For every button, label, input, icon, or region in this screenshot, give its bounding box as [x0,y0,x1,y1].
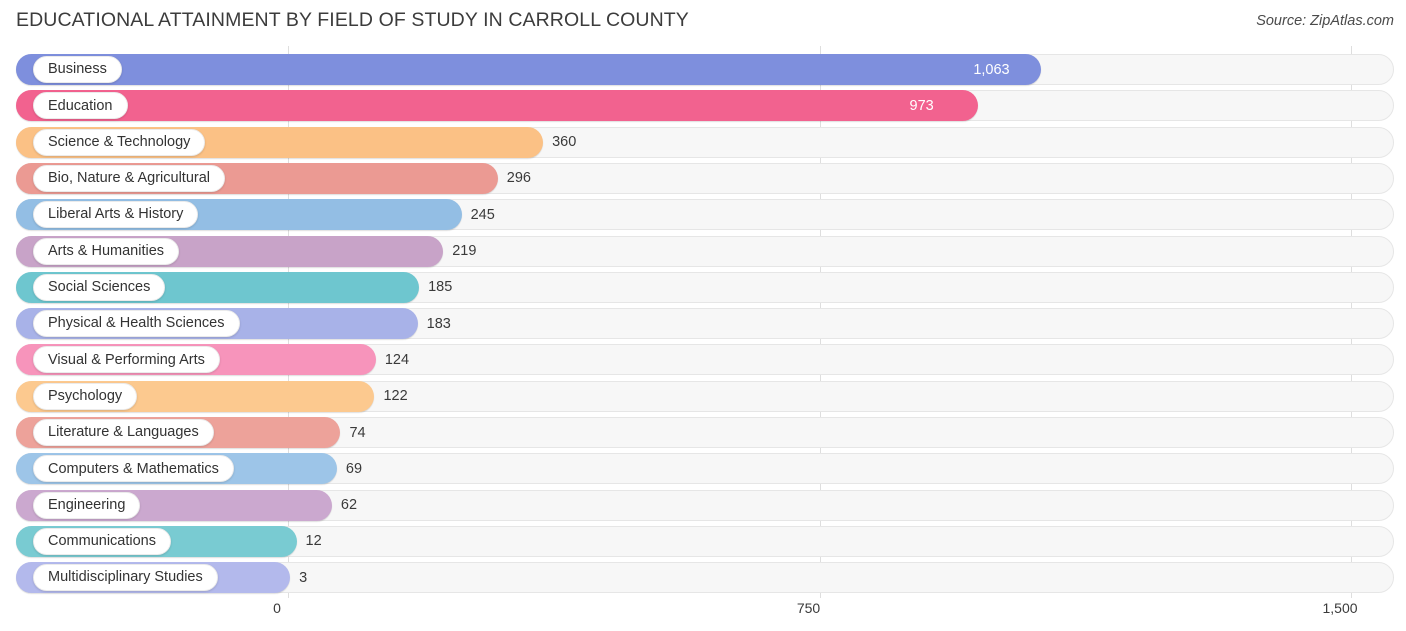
bar-value-label: 3 [299,569,308,586]
bar-value-label: 124 [384,351,410,368]
category-label: Arts & Humanities [48,242,165,259]
bar-value-label: 74 [349,424,366,441]
x-tick-label: 750 [796,600,821,616]
plot-area: Business 1,063 Education 973 Science & Techn… [0,46,1406,598]
bar-value-label: 12 [305,533,322,550]
bar-row: Engineering 62 [0,489,1406,521]
bar-row: Literature & Languages 74 [0,417,1406,448]
category-label-pill: Psychology [33,382,138,410]
category-label: Bio, Nature & Agricultural [48,170,210,187]
bar-row: Education 973 [0,90,1406,122]
bar-row: Multidisciplinary Studies 3 [0,562,1406,594]
bar-row: Liberal Arts & History 245 [0,199,1406,231]
category-label-pill: Bio, Nature & Agricultural [33,164,225,192]
category-label-pill: Education [33,92,128,120]
bar-value-label: 69 [345,460,363,477]
category-label: Communications [48,533,156,550]
category-label: Social Sciences [48,279,151,296]
category-label-pill: Visual & Performing Arts [33,346,220,374]
category-label-pill: Multidisciplinary Studies [33,564,218,592]
category-label: Science & Technology [48,133,191,150]
bar-value-label: 185 [428,279,453,296]
category-label-pill: Engineering [33,491,141,519]
bar-value-label: 219 [452,243,477,259]
category-label: Visual & Performing Arts [48,351,205,368]
category-label: Business [48,61,107,78]
category-label-pill: Social Sciences [33,273,166,301]
category-label-pill: Business [33,56,122,83]
bar-row: Visual & Performing Arts 124 [0,344,1406,376]
bar-value-label: 1,063 [973,61,1010,78]
category-label: Computers & Mathematics [48,460,219,477]
bar-row: Communications 12 [0,525,1406,557]
category-label-pill: Physical & Health Sciences [33,310,240,338]
bar-row: Computers & Mathematics 69 [0,453,1406,485]
bar-row: Bio, Nature & Agricultural 296 [0,162,1406,194]
bar-row: Science & Technology 360 [0,126,1406,158]
category-label-pill: Communications [33,527,171,555]
x-axis: 0 750 1,500 [0,598,1406,631]
bar-value-label: 973 [909,97,934,114]
bar-fill[interactable] [16,54,1042,85]
source-attribution: Source: ZipAtlas.com [1256,13,1394,29]
bar-fill[interactable] [16,90,978,122]
category-label: Liberal Arts & History [48,206,184,223]
bar-value-label: 62 [340,497,358,514]
category-label-pill: Liberal Arts & History [33,201,199,229]
category-label-pill: Science & Technology [33,128,206,156]
bar-value-label: 360 [552,134,577,151]
category-label-pill: Arts & Humanities [33,237,180,265]
category-label-pill: Literature & Languages [33,419,214,446]
category-label: Multidisciplinary Studies [48,569,203,586]
x-tick-label: 0 [273,600,281,616]
bar-row: Psychology 122 [0,380,1406,412]
bar-value-label: 245 [470,206,495,223]
bar-value-label: 296 [506,170,531,187]
category-label: Psychology [48,387,123,404]
bar-row: Arts & Humanities 219 [0,235,1406,267]
x-tick-label: 1,500 [1322,600,1358,616]
category-label: Education [48,97,113,114]
bar-value-label: 122 [383,388,408,405]
bar-row: Business 1,063 [0,54,1406,85]
bar-row: Physical & Health Sciences 183 [0,308,1406,340]
category-label: Engineering [48,496,126,513]
category-label-pill: Computers & Mathematics [33,455,234,483]
bar-chart: EDUCATIONAL ATTAINMENT BY FIELD OF STUDY… [0,0,1406,631]
bar-row: Social Sciences 185 [0,271,1406,303]
page-title: EDUCATIONAL ATTAINMENT BY FIELD OF STUDY… [16,9,689,31]
category-label: Physical & Health Sciences [48,315,225,332]
bar-value-label: 183 [426,315,451,332]
category-label: Literature & Languages [48,424,199,441]
